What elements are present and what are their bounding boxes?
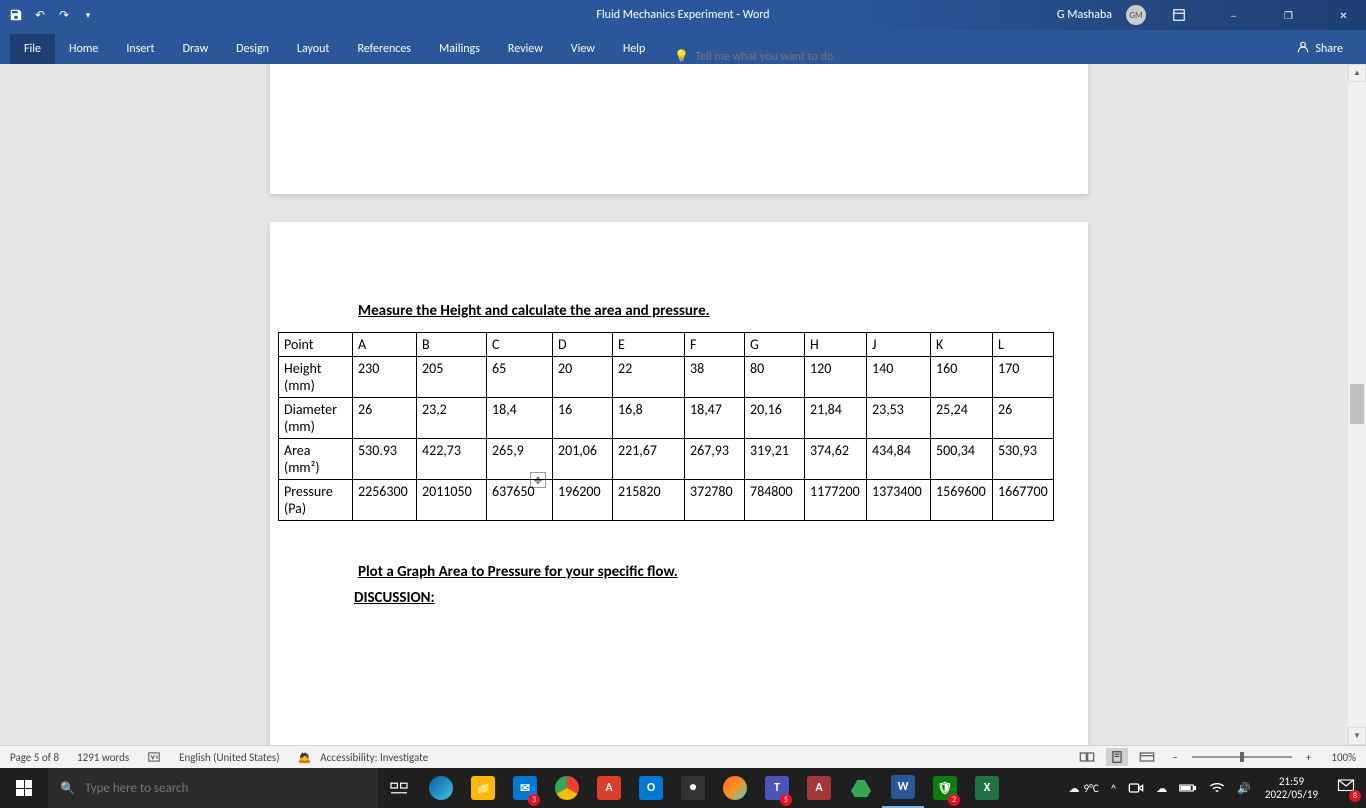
camera-icon[interactable]: ⏺ bbox=[672, 768, 714, 808]
tab-file[interactable]: File bbox=[10, 34, 55, 64]
outlook-icon[interactable]: O bbox=[630, 768, 672, 808]
redo-icon[interactable]: ↷ bbox=[56, 7, 72, 23]
drive-icon[interactable] bbox=[840, 768, 882, 808]
table-row: Pressure (Pa) 22563002011050637650196200… bbox=[279, 480, 1054, 521]
taskbar: 🔍 📁 ✉3 A O ⏺ T5 A W 🛡2 X ☁ 9°C ^ ☁ 🔊 21:… bbox=[0, 768, 1366, 808]
task-view-icon[interactable] bbox=[378, 768, 420, 808]
clock[interactable]: 21:59 2022/05/19 bbox=[1257, 775, 1326, 801]
zoom-in-button[interactable]: + bbox=[1300, 751, 1317, 764]
tab-references[interactable]: References bbox=[343, 34, 425, 64]
wifi-icon[interactable] bbox=[1203, 768, 1231, 808]
tab-home[interactable]: Home bbox=[55, 34, 112, 64]
customize-qat-icon[interactable]: ▾ bbox=[80, 7, 96, 23]
undo-icon[interactable]: ↶ bbox=[32, 7, 48, 23]
data-table[interactable]: Point A B C D E F G H J K L Height (mm) … bbox=[278, 332, 1054, 521]
page-indicator[interactable]: Page 5 of 8 bbox=[10, 751, 59, 764]
user-name: G Mashaba bbox=[1057, 8, 1112, 22]
page-current[interactable]: ✥ Measure the Height and calculate the a… bbox=[270, 222, 1088, 745]
doc-heading-3[interactable]: DISCUSSION: bbox=[354, 589, 1078, 607]
excel-icon[interactable]: X bbox=[966, 768, 1008, 808]
table-row: Area (mm²) 530.93422,73265,9201,06221,67… bbox=[279, 439, 1054, 480]
read-mode-icon[interactable] bbox=[1076, 748, 1098, 766]
tell-me-search[interactable]: 💡 bbox=[674, 49, 895, 64]
chrome-icon[interactable] bbox=[546, 768, 588, 808]
tab-layout[interactable]: Layout bbox=[283, 34, 344, 64]
print-layout-icon[interactable] bbox=[1106, 748, 1128, 766]
acrobat-icon[interactable]: A bbox=[588, 768, 630, 808]
search-icon: 🔍 bbox=[60, 781, 75, 796]
status-bar: Page 5 of 8 1291 words English (United S… bbox=[0, 745, 1366, 768]
language-indicator[interactable]: English (United States) bbox=[179, 751, 279, 764]
access-icon[interactable]: A bbox=[798, 768, 840, 808]
windows-logo-icon bbox=[16, 780, 32, 796]
close-button[interactable]: ✕ bbox=[1321, 0, 1366, 30]
web-layout-icon[interactable] bbox=[1136, 748, 1158, 766]
tab-insert[interactable]: Insert bbox=[112, 34, 168, 64]
zoom-slider[interactable] bbox=[1192, 756, 1292, 758]
edge-icon[interactable] bbox=[420, 768, 462, 808]
zoom-out-button[interactable]: − bbox=[1166, 751, 1183, 764]
battery-icon[interactable] bbox=[1173, 768, 1203, 808]
ribbon-options-icon[interactable] bbox=[1156, 0, 1201, 30]
minimize-button[interactable]: ─ bbox=[1211, 0, 1256, 30]
notifications-icon[interactable]: 8 bbox=[1326, 768, 1366, 808]
weather-widget[interactable]: ☁ 9°C bbox=[1063, 768, 1105, 808]
tray-chevron-icon[interactable]: ^ bbox=[1105, 768, 1122, 808]
scroll-up-icon[interactable]: ▲ bbox=[1348, 64, 1366, 82]
taskbar-search[interactable]: 🔍 bbox=[48, 768, 378, 808]
maximize-button[interactable]: ❐ bbox=[1266, 0, 1311, 30]
vertical-scrollbar[interactable]: ▲ ▼ bbox=[1348, 64, 1366, 745]
share-icon bbox=[1296, 40, 1310, 58]
tab-review[interactable]: Review bbox=[494, 34, 557, 64]
share-button[interactable]: Share bbox=[1288, 34, 1351, 64]
tab-view[interactable]: View bbox=[557, 34, 609, 64]
teams-icon[interactable]: T5 bbox=[756, 768, 798, 808]
file-explorer-icon[interactable]: 📁 bbox=[462, 768, 504, 808]
table-row: Height (mm) 2302056520223880120140160170 bbox=[279, 357, 1054, 398]
weather-icon: ☁ bbox=[1069, 782, 1080, 795]
word-icon[interactable]: W bbox=[882, 768, 924, 808]
tab-mailings[interactable]: Mailings bbox=[425, 34, 494, 64]
doc-heading-1[interactable]: Measure the Height and calculate the are… bbox=[358, 302, 1078, 320]
document-workspace[interactable]: ✥ Measure the Height and calculate the a… bbox=[0, 64, 1366, 745]
start-button[interactable] bbox=[0, 768, 48, 808]
tab-design[interactable]: Design bbox=[222, 34, 283, 64]
onedrive-icon[interactable]: ☁ bbox=[1150, 768, 1173, 808]
word-count[interactable]: 1291 words bbox=[77, 751, 129, 764]
page-previous[interactable] bbox=[270, 64, 1088, 194]
tab-draw[interactable]: Draw bbox=[169, 34, 223, 64]
lightbulb-icon: 💡 bbox=[674, 49, 689, 64]
table-row: Diameter (mm) 2623,218,41616,818,4720,16… bbox=[279, 398, 1054, 439]
meet-now-icon[interactable] bbox=[1122, 768, 1150, 808]
zoom-level[interactable]: 100% bbox=[1325, 751, 1356, 764]
tell-me-input[interactable] bbox=[695, 50, 895, 64]
table-header-row: Point A B C D E F G H J K L bbox=[279, 333, 1054, 357]
doc-heading-2[interactable]: Plot a Graph Area to Pressure for your s… bbox=[358, 563, 1078, 581]
user-avatar[interactable]: GM bbox=[1126, 5, 1146, 25]
save-icon[interactable] bbox=[8, 7, 24, 23]
ribbon-tabs: File Home Insert Draw Design Layout Refe… bbox=[0, 30, 1366, 64]
accessibility-icon: 🙇 bbox=[298, 751, 312, 764]
tab-help[interactable]: Help bbox=[609, 34, 660, 64]
accessibility-indicator[interactable]: 🙇Accessibility: Investigate bbox=[298, 751, 429, 764]
scroll-thumb[interactable] bbox=[1350, 384, 1364, 424]
taskbar-search-input[interactable] bbox=[85, 781, 335, 796]
mail-icon[interactable]: ✉3 bbox=[504, 768, 546, 808]
document-title: Fluid Mechanics Experiment - Word bbox=[596, 8, 769, 22]
spell-check-icon[interactable] bbox=[147, 750, 161, 764]
security-icon[interactable]: 🛡2 bbox=[924, 768, 966, 808]
copilot-icon[interactable] bbox=[714, 768, 756, 808]
titlebar: ↶ ↷ ▾ Fluid Mechanics Experiment - Word … bbox=[0, 0, 1366, 30]
volume-icon[interactable]: 🔊 bbox=[1231, 768, 1257, 808]
scroll-down-icon[interactable]: ▼ bbox=[1348, 727, 1366, 745]
